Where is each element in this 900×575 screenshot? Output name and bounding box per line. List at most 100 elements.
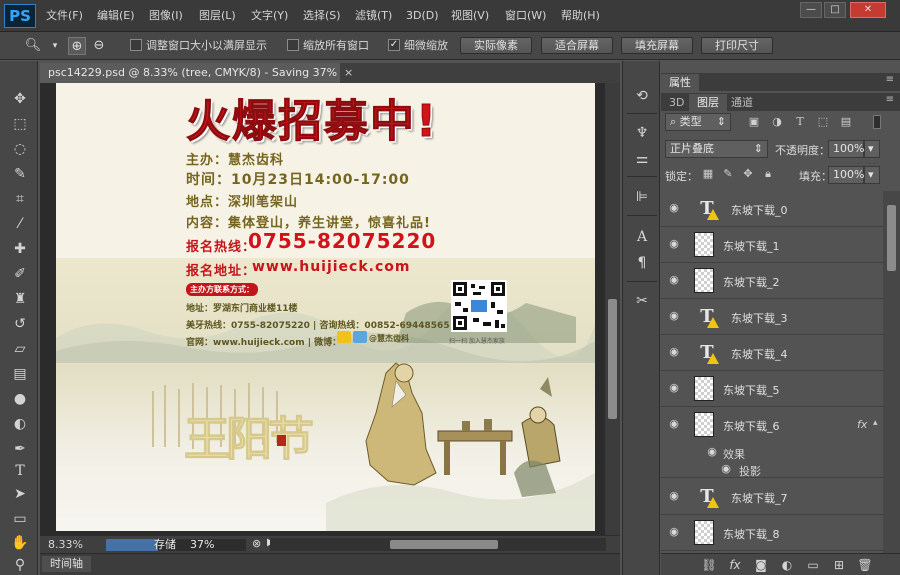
layers-panel-menu-icon[interactable]: ≡ — [886, 94, 894, 105]
layer-row[interactable]: ◉ T 东坡下载_7 — [661, 479, 883, 515]
quick-selection-tool-icon[interactable]: ✎ — [9, 164, 31, 184]
layer-name[interactable]: 东坡下载_1 — [723, 238, 780, 254]
layer-name[interactable]: 东坡下载_2 — [723, 274, 780, 290]
cancel-save-icon[interactable]: ⊗ — [252, 537, 261, 550]
marquee-tool-icon[interactable]: ⬚ — [9, 114, 31, 134]
panel-menu-icon[interactable]: ≡ — [886, 74, 894, 85]
filter-type-layers-icon[interactable]: T — [793, 115, 807, 129]
history-panel-icon[interactable]: ⟲ — [632, 86, 652, 106]
visibility-eye-icon[interactable]: ◉ — [667, 526, 681, 538]
tab-channels[interactable]: 通道 — [723, 94, 761, 111]
fill-dropdown-arrow-icon[interactable]: ▾ — [864, 166, 880, 184]
tab-properties[interactable]: 属性 — [661, 74, 699, 91]
menu-3d[interactable]: 3D(D) — [406, 8, 439, 24]
menu-image[interactable]: 图像(I) — [149, 8, 183, 24]
history-brush-tool-icon[interactable]: ↺ — [9, 314, 31, 334]
delete-layer-icon[interactable]: 🗑︎ — [857, 557, 873, 573]
blend-mode-dropdown[interactable]: 正片叠底 ⇕ — [665, 140, 768, 158]
visibility-eye-icon[interactable]: ◉ — [667, 382, 681, 394]
new-adjustment-layer-icon[interactable]: ◐ — [779, 557, 795, 573]
opacity-input[interactable]: 100% — [828, 140, 864, 158]
drop-shadow-effect-row[interactable]: ◉ 投影 — [661, 461, 883, 478]
crop-tool-icon[interactable]: ⌗ — [9, 189, 31, 209]
menu-type[interactable]: 文字(Y) — [251, 8, 288, 24]
effects-visibility-eye-icon[interactable]: ◉ — [705, 446, 719, 458]
layer-row[interactable]: ◉ 东坡下载_6 fx ▴ — [661, 407, 883, 443]
layers-scrollbar[interactable] — [883, 191, 900, 553]
tool-presets-panel-icon[interactable]: ✂ — [632, 291, 652, 311]
canvas-horizontal-scroll-thumb[interactable] — [390, 540, 498, 549]
lock-position-icon[interactable]: ✥ — [741, 167, 755, 181]
print-size-button[interactable]: 打印尺寸 — [701, 37, 773, 54]
brush-presets-panel-icon[interactable]: ♆ — [632, 123, 652, 143]
filter-adjustment-layers-icon[interactable]: ◑ — [770, 115, 784, 129]
canvas-vertical-scroll-thumb[interactable] — [608, 299, 617, 419]
add-mask-icon[interactable]: ◙ — [753, 557, 769, 573]
document-tab[interactable]: psc14229.psd @ 8.33% (tree, CMYK/8) - Sa… — [40, 63, 340, 83]
brush-tool-icon[interactable]: ✐ — [9, 264, 31, 284]
move-tool-icon[interactable]: ✥ — [9, 89, 31, 109]
gradient-tool-icon[interactable]: ▤ — [9, 364, 31, 384]
rectangle-tool-icon[interactable]: ▭ — [9, 509, 31, 529]
lasso-tool-icon[interactable]: ◌ — [9, 139, 31, 159]
character-panel-icon[interactable]: A — [632, 227, 652, 247]
maximize-button[interactable]: □ — [824, 2, 846, 18]
layer-row[interactable]: ◉ 东坡下载_5 — [661, 371, 883, 407]
type-tool-icon[interactable]: T — [9, 461, 31, 481]
visibility-eye-icon[interactable]: ◉ — [667, 274, 681, 286]
shadow-visibility-eye-icon[interactable]: ◉ — [719, 463, 733, 475]
pen-tool-icon[interactable]: ✒ — [9, 439, 31, 459]
clone-stamp-tool-icon[interactable]: ♜ — [9, 289, 31, 309]
layer-row[interactable]: ◉ 东坡下载_8 — [661, 515, 883, 551]
tool-preset-dropdown-icon[interactable]: ▾ — [46, 37, 64, 55]
visibility-eye-icon[interactable]: ◉ — [667, 238, 681, 250]
fill-input[interactable]: 100% — [828, 166, 864, 184]
visibility-eye-icon[interactable]: ◉ — [667, 202, 681, 214]
expand-effects-arrow-icon[interactable]: ▴ — [873, 418, 878, 428]
filter-smart-objects-icon[interactable]: ▤ — [839, 115, 853, 129]
close-window-button[interactable]: ✕ — [850, 2, 886, 18]
blur-tool-icon[interactable]: ● — [9, 389, 31, 409]
canvas-vertical-scrollbar[interactable] — [605, 83, 620, 535]
filter-pixel-layers-icon[interactable]: ▣ — [747, 115, 761, 129]
visibility-eye-icon[interactable]: ◉ — [667, 418, 681, 430]
menu-select[interactable]: 选择(S) — [303, 8, 341, 24]
canvas-horizontal-scrollbar[interactable] — [270, 538, 606, 551]
lock-transparent-pixels-icon[interactable]: ▦ — [701, 167, 715, 181]
layers-list[interactable]: ◉ T 东坡下载_0 ◉ 东坡下载_1 ◉ 东坡下载_2 ◉ T 东坡下载_3 … — [661, 191, 883, 553]
eyedropper-tool-icon[interactable]: ⁄ — [9, 214, 31, 234]
align-panel-icon[interactable]: ⊫ — [632, 187, 652, 207]
fit-screen-button[interactable]: 适合屏幕 — [541, 37, 613, 54]
canvas-area[interactable]: 火爆招募中! 主办：慧杰齿科 时间：10月23日14:00-17:00 地点：深… — [40, 83, 605, 535]
layer-row[interactable]: ◉ T 东坡下载_4 — [661, 335, 883, 371]
menu-window[interactable]: 窗口(W) — [505, 8, 546, 24]
close-document-icon[interactable]: × — [344, 66, 353, 79]
menu-edit[interactable]: 编辑(E) — [97, 8, 135, 24]
opacity-dropdown-arrow-icon[interactable]: ▾ — [864, 140, 880, 158]
visibility-eye-icon[interactable]: ◉ — [667, 490, 681, 502]
effects-group-row[interactable]: ◉ 效果 — [661, 444, 883, 462]
scrubby-zoom-checkbox[interactable]: ✓ — [388, 39, 400, 51]
layer-name[interactable]: 东坡下载_4 — [731, 346, 788, 362]
menu-help[interactable]: 帮助(H) — [561, 8, 600, 24]
minimize-button[interactable]: — — [800, 2, 822, 18]
dodge-tool-icon[interactable]: ◐ — [9, 414, 31, 434]
layer-name[interactable]: 东坡下载_5 — [723, 382, 780, 398]
layer-row[interactable]: ◉ T 东坡下载_0 — [661, 191, 883, 227]
layers-scroll-thumb[interactable] — [887, 205, 896, 271]
new-group-icon[interactable]: ▭ — [805, 557, 821, 573]
lock-all-icon[interactable]: 🔒︎ — [761, 167, 775, 181]
menu-file[interactable]: 文件(F) — [46, 8, 83, 24]
eraser-tool-icon[interactable]: ▱ — [9, 339, 31, 359]
document-canvas[interactable]: 火爆招募中! 主办：慧杰齿科 时间：10月23日14:00-17:00 地点：深… — [56, 83, 595, 531]
adjustments-panel-icon[interactable]: ⚌ — [632, 149, 652, 169]
layer-effects-badge[interactable]: fx — [857, 418, 867, 431]
path-selection-tool-icon[interactable]: ➤ — [9, 484, 31, 504]
layer-row[interactable]: ◉ 东坡下载_2 — [661, 263, 883, 299]
layer-name[interactable]: 东坡下载_6 — [723, 418, 780, 434]
menu-layer[interactable]: 图层(L) — [199, 8, 236, 24]
layer-name[interactable]: 东坡下载_0 — [731, 202, 788, 218]
menu-view[interactable]: 视图(V) — [451, 8, 489, 24]
hand-tool-icon[interactable]: ✋ — [9, 533, 31, 553]
zoom-all-windows-checkbox[interactable] — [287, 39, 299, 51]
